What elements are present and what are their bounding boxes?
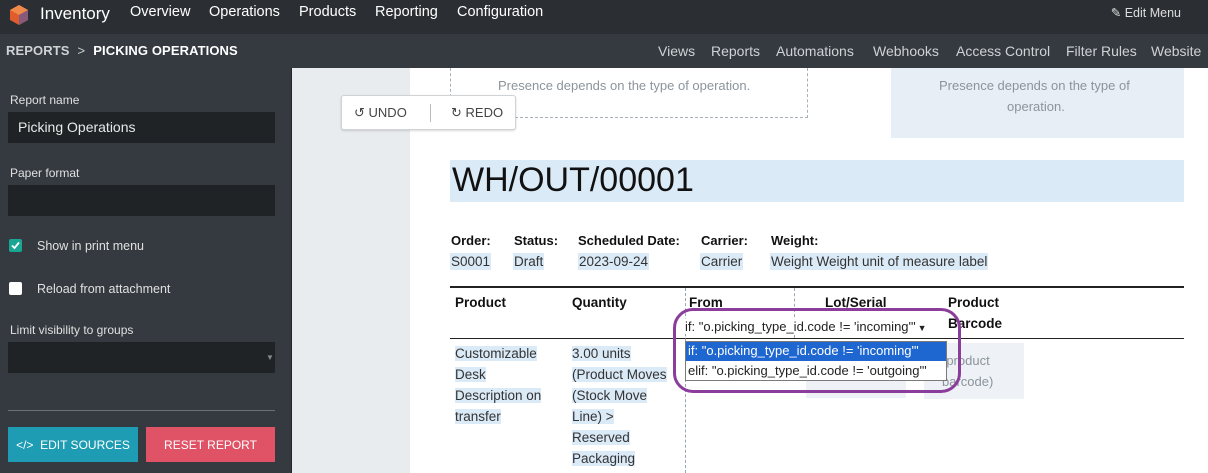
quantity-line: Line) > bbox=[572, 409, 614, 424]
carrier-label: Carrier: bbox=[701, 233, 748, 248]
weight-label: Weight: bbox=[771, 233, 819, 248]
report-properties-sidebar: Report name Picking Operations Paper for… bbox=[0, 68, 292, 473]
column-from[interactable]: From bbox=[689, 295, 723, 310]
scheduled-date-label: Scheduled Date: bbox=[578, 233, 680, 248]
quantity-line: Packaging bbox=[572, 451, 636, 466]
studio-subbar: REPORTS > PICKING OPERATIONS Views Reports… bbox=[0, 34, 1208, 68]
column-product-barcode-line2[interactable]: Barcode bbox=[948, 316, 1002, 331]
inventory-app-icon[interactable] bbox=[9, 4, 29, 26]
paper-format-select[interactable] bbox=[8, 185, 275, 216]
order-value[interactable]: S0001 bbox=[450, 253, 492, 270]
edit-menu-label: Edit Menu bbox=[1124, 6, 1181, 20]
studio-link-reports[interactable]: Reports bbox=[711, 43, 760, 59]
undo-icon: ↺ bbox=[354, 105, 365, 120]
condition-select-value: if: "o.picking_type_id.code != 'incoming… bbox=[685, 319, 916, 334]
order-label: Order: bbox=[451, 233, 491, 248]
column-quantity[interactable]: Quantity bbox=[572, 295, 627, 310]
studio-link-views[interactable]: Views bbox=[658, 43, 695, 59]
top-navbar: Inventory Overview Operations Products R… bbox=[0, 0, 1208, 34]
edit-menu-button[interactable]: ✎ Edit Menu bbox=[1111, 5, 1181, 20]
edit-sources-label: EDIT SOURCES bbox=[40, 438, 130, 452]
pencil-icon: ✎ bbox=[1110, 6, 1122, 20]
product-line: transfer bbox=[455, 409, 501, 424]
scheduled-date-value[interactable]: 2023-09-24 bbox=[578, 253, 650, 270]
quantity-line: Reserved bbox=[572, 430, 630, 445]
menu-operations[interactable]: Operations bbox=[209, 4, 280, 20]
barcode-placeholder-line: barcode) bbox=[942, 374, 994, 389]
undo-button[interactable]: ↺ UNDO bbox=[354, 105, 407, 121]
column-product[interactable]: Product bbox=[455, 295, 506, 310]
studio-link-access-control[interactable]: Access Control bbox=[956, 43, 1050, 59]
menu-products[interactable]: Products bbox=[299, 4, 356, 20]
limit-visibility-groups-input[interactable] bbox=[8, 342, 275, 373]
redo-button[interactable]: ↻ REDO bbox=[451, 105, 503, 121]
reload-from-attachment-label: Reload from attachment bbox=[37, 282, 171, 296]
code-icon: </> bbox=[16, 438, 34, 452]
toolbar-divider bbox=[430, 104, 431, 122]
studio-link-filter-rules[interactable]: Filter Rules bbox=[1066, 43, 1137, 59]
quantity-line: (Product Moves bbox=[572, 367, 667, 382]
breadcrumb: REPORTS > PICKING OPERATIONS bbox=[6, 43, 238, 58]
show-in-print-menu-checkbox[interactable] bbox=[9, 239, 22, 252]
menu-reporting[interactable]: Reporting bbox=[375, 4, 438, 20]
condition-option-incoming[interactable]: if: "o.picking_type_id.code != 'incoming… bbox=[686, 342, 946, 361]
status-value[interactable]: Draft bbox=[513, 253, 545, 270]
limit-visibility-label: Limit visibility to groups bbox=[10, 323, 134, 337]
edit-sources-button[interactable]: </> EDIT SOURCES bbox=[8, 427, 138, 462]
condition-dropdown-list: if: "o.picking_type_id.code != 'incoming… bbox=[685, 341, 947, 381]
studio-link-webhooks[interactable]: Webhooks bbox=[873, 43, 939, 59]
product-line: Customizable bbox=[455, 346, 537, 361]
reload-from-attachment-checkbox[interactable] bbox=[9, 282, 22, 295]
menu-overview[interactable]: Overview bbox=[130, 4, 190, 20]
menu-configuration[interactable]: Configuration bbox=[457, 4, 543, 20]
undo-redo-toolbar: ↺ UNDO ↻ REDO bbox=[341, 95, 516, 130]
reset-report-button[interactable]: RESET REPORT bbox=[146, 427, 275, 462]
report-title[interactable]: WH/OUT/00001 bbox=[452, 161, 694, 200]
chevron-down-icon: ▼ bbox=[917, 323, 927, 333]
breadcrumb-reports[interactable]: REPORTS bbox=[6, 43, 70, 58]
check-icon bbox=[11, 241, 20, 250]
quantity-line: (Stock Move bbox=[572, 388, 648, 403]
presence-note-left: Presence depends on the type of operatio… bbox=[498, 78, 751, 93]
column-product-barcode[interactable]: Product bbox=[948, 295, 999, 310]
quantity-cell[interactable]: 3.00 units (Product Moves (Stock Move Li… bbox=[572, 343, 667, 469]
app-name[interactable]: Inventory bbox=[40, 4, 110, 24]
condition-select[interactable]: if: "o.picking_type_id.code != 'incoming… bbox=[685, 319, 927, 334]
carrier-value[interactable]: Carrier bbox=[700, 253, 744, 270]
product-line: Description on bbox=[455, 388, 542, 403]
weight-value[interactable]: Weight Weight unit of measure label bbox=[770, 253, 989, 270]
report-name-label: Report name bbox=[10, 93, 80, 107]
sidebar-divider bbox=[8, 410, 275, 411]
condition-option-outgoing[interactable]: elif: "o.picking_type_id.code != 'outgoi… bbox=[686, 362, 946, 381]
redo-icon: ↻ bbox=[451, 105, 462, 120]
redo-label: REDO bbox=[465, 105, 504, 120]
studio-link-website[interactable]: Website bbox=[1151, 43, 1201, 59]
quantity-line: 3.00 units bbox=[572, 346, 631, 361]
barcode-placeholder-line: (product bbox=[942, 353, 990, 368]
presence-note-right-line2: operation. bbox=[1007, 99, 1065, 114]
product-line: Desk bbox=[455, 367, 486, 382]
breadcrumb-current: PICKING OPERATIONS bbox=[93, 43, 238, 58]
show-in-print-menu-label: Show in print menu bbox=[37, 239, 145, 253]
chevron-down-icon: ▼ bbox=[266, 353, 274, 362]
studio-link-automations[interactable]: Automations bbox=[776, 43, 854, 59]
table-header-rule bbox=[450, 338, 1184, 339]
report-name-input[interactable]: Picking Operations bbox=[8, 112, 275, 143]
product-cell[interactable]: Customizable Desk Description on transfe… bbox=[455, 343, 542, 427]
presence-note-right-line1: Presence depends on the type of bbox=[939, 78, 1130, 93]
paper-format-label: Paper format bbox=[10, 166, 80, 180]
breadcrumb-separator: > bbox=[77, 43, 86, 58]
status-label: Status: bbox=[514, 233, 559, 248]
table-top-rule bbox=[450, 286, 1184, 288]
column-lot-serial[interactable]: Lot/Serial bbox=[825, 295, 887, 310]
undo-label: UNDO bbox=[368, 105, 407, 120]
